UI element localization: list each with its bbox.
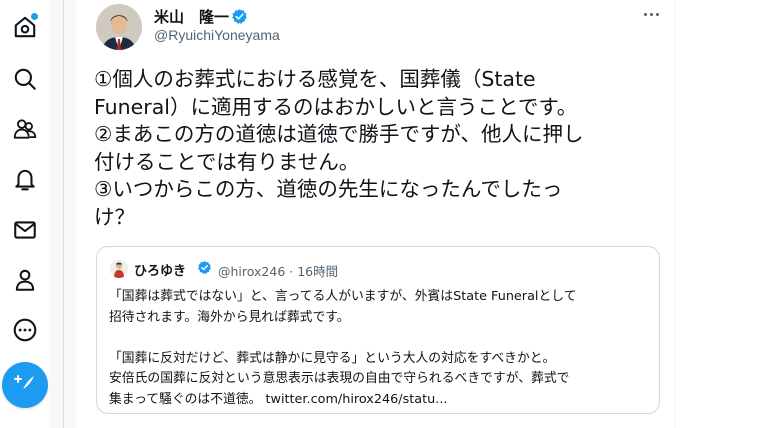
tweet-text-line: ①個人のお葬式における感覚を、国葬儀（State (94, 67, 536, 91)
handle[interactable]: @RyuichiYoneyama (154, 27, 280, 43)
notification-dot (31, 13, 38, 20)
feather-plus-icon (14, 375, 34, 394)
more-options-icon[interactable] (636, 2, 666, 26)
quote-text-line: 安倍氏の国葬に反対という意思表示は表現の自由で守られるべきですが、葬式で (109, 371, 570, 386)
quote-text-line: 「国葬は葬式ではない」と、言ってる人がいますが、外賓はState Funeral… (109, 289, 577, 304)
communities-icon[interactable] (10, 114, 40, 144)
bell-icon[interactable] (10, 164, 40, 194)
quote-handle-time: @hirox246 · 16時間 (218, 264, 339, 279)
tweet-text-line: ③いつからこの方、道徳の先生になったんでしたっ (94, 177, 563, 201)
sidebar-nav (0, 0, 50, 428)
quote-text-line: 集まって騒ぐのは不道徳。 twitter.com/hirox246/statu.… (109, 391, 448, 407)
avatar[interactable] (96, 4, 142, 50)
quote-display-name: ひろゆき (134, 264, 187, 279)
tweet-text-line: Funeral）に適用するのはおかしいと言うことです。 (94, 94, 578, 119)
quote-avatar (110, 260, 128, 278)
tweet-text: ①個人のお葬式における感覚を、国葬儀（State Funeral）に適用するのは… (94, 66, 664, 231)
display-name[interactable]: 米山 隆一 (154, 6, 248, 27)
home-icon[interactable] (10, 12, 40, 42)
verified-badge-icon (232, 9, 247, 25)
tweet-text-line: ②まあこの方の道徳は道徳で勝手ですが、他人に押し (94, 122, 584, 146)
tweet: 米山 隆一 @RyuichiYoneyama ①個人のお葬式における感覚を、国葬… (76, 0, 675, 428)
compose-tweet-button[interactable] (2, 362, 48, 408)
tweet-text-line: 付けることでは有りません。 (94, 149, 360, 174)
divider (675, 0, 676, 428)
search-icon[interactable] (10, 64, 40, 94)
quote-tweet[interactable]: ひろゆき @hirox246 · 16時間 「国葬は葬式ではない」と、言ってる人… (96, 246, 660, 414)
divider (63, 0, 64, 428)
verified-badge-icon (198, 260, 211, 275)
quote-text-line: 招待されます。海外から見れば葬式です。 (109, 309, 350, 325)
envelope-icon[interactable] (10, 215, 40, 245)
quote-text-line: 「国葬に反対だけど、葬式は静かに見守る」という大人の対応をすべきかと。 (109, 350, 556, 366)
quote-text: 「国葬は葬式ではない」と、言ってる人がいますが、外賓はState Funeral… (109, 287, 654, 410)
person-icon[interactable] (10, 265, 40, 295)
more-circle-icon[interactable] (10, 315, 40, 345)
tweet-text-line: け？ (94, 204, 135, 229)
